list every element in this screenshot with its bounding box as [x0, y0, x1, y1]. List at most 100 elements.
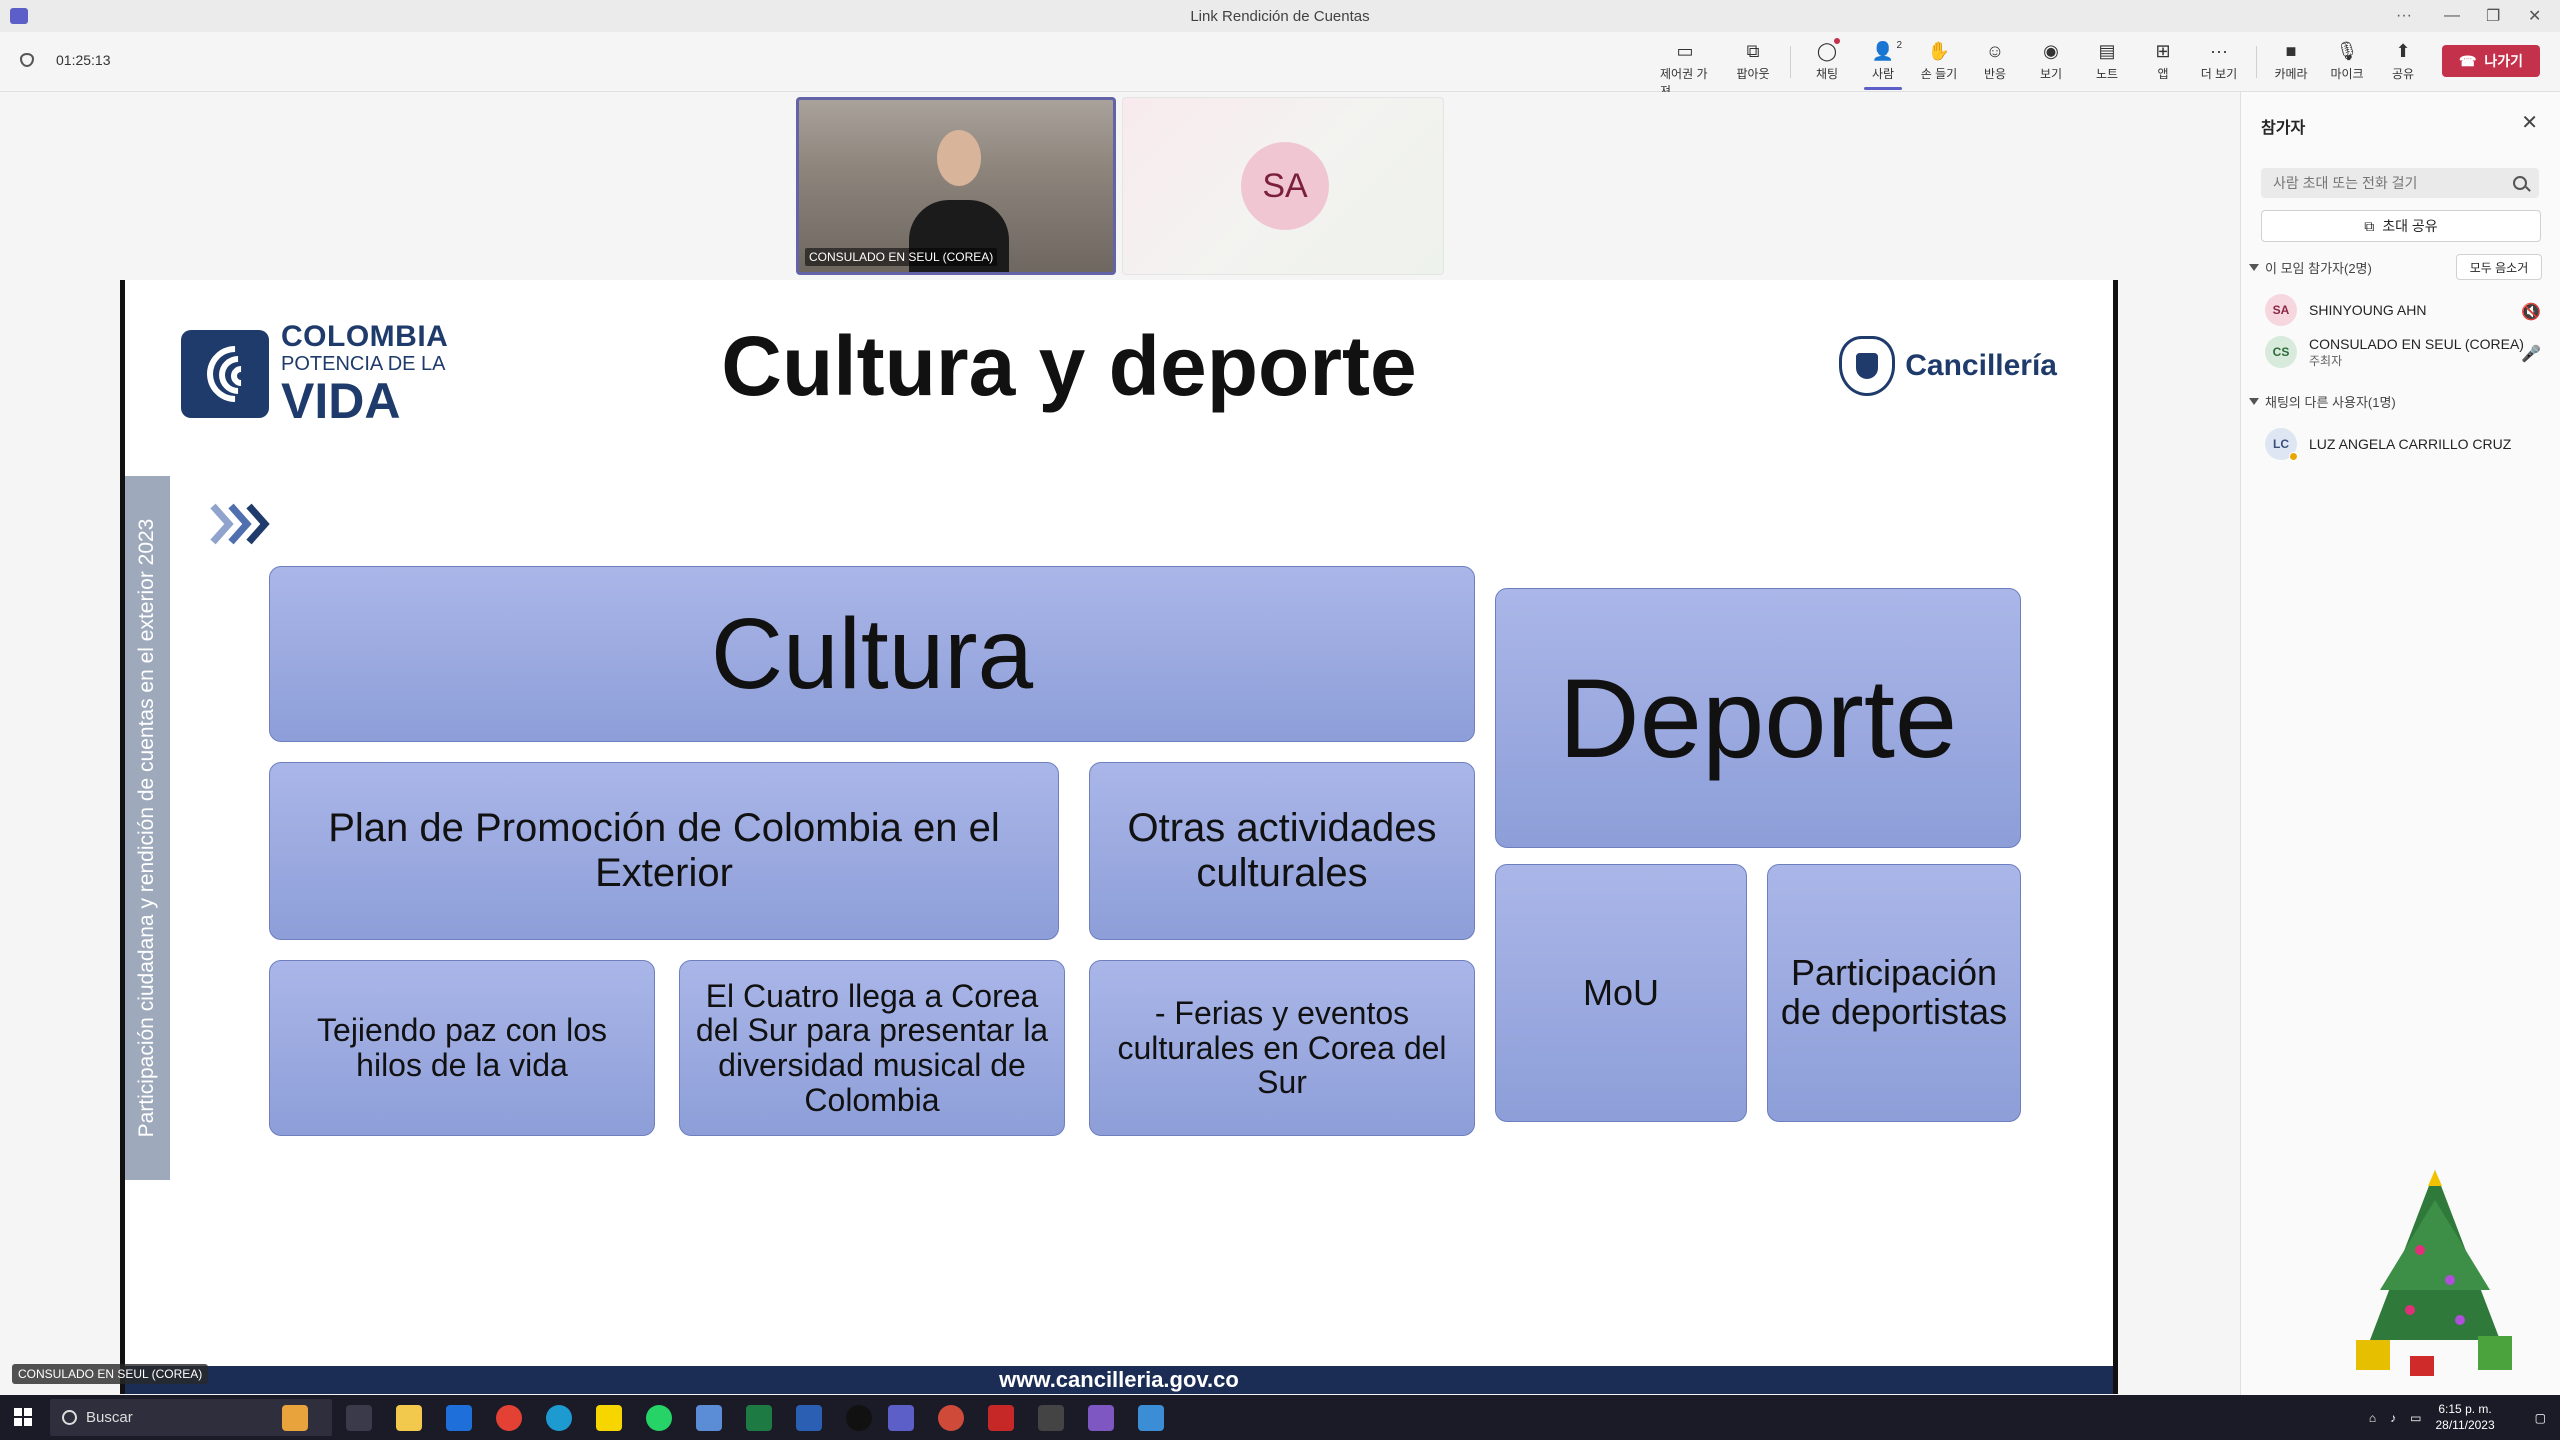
- reactions-icon: ☺: [1985, 40, 2005, 61]
- taskbar-clock[interactable]: 6:15 p. m. 28/11/2023: [2435, 1402, 2494, 1433]
- timer-text: 01:25:13: [56, 52, 111, 68]
- share-invite-icon: ⧉: [2364, 217, 2375, 234]
- video-tile-label: CONSULADO EN SEUL (COREA): [805, 248, 998, 266]
- minimize-icon[interactable]: —: [2444, 0, 2460, 32]
- windows-start-icon[interactable]: [14, 1408, 32, 1426]
- video-tile-sa[interactable]: SA: [1122, 97, 1444, 275]
- chat-button[interactable]: ◯ 채팅: [1802, 38, 1852, 82]
- volume-icon[interactable]: ♪: [2390, 1411, 2396, 1425]
- teams-icon[interactable]: [888, 1405, 914, 1431]
- section-chat-users[interactable]: 채팅의 다른 사용자(1명): [2249, 392, 2396, 411]
- window-title: Link Rendición de Cuentas: [1190, 7, 1370, 25]
- popout-button[interactable]: ⧉ 팝아웃: [1728, 40, 1778, 82]
- battery-icon[interactable]: ▭: [2410, 1411, 2421, 1425]
- box-participacion: Participación de deportistas: [1767, 864, 2021, 1122]
- meeting-toolbar: 01:25:13 ▭ 제어권 가져... ⧉ 팝아웃 ◯ 채팅 👤 2 사람 ✋ …: [0, 32, 2560, 98]
- security-icon[interactable]: [1138, 1405, 1164, 1431]
- box-mou: MoU: [1495, 864, 1747, 1122]
- mic-muted-icon: 🔇: [2521, 304, 2541, 321]
- chevron-down-icon: [2249, 264, 2259, 271]
- leave-button[interactable]: ☎ 나가기: [2442, 45, 2540, 77]
- camera-button[interactable]: ■ 카메라: [2266, 40, 2316, 82]
- slide-title: Cultura y deporte: [721, 319, 1417, 413]
- speaker-tag: CONSULADO EN SEUL (COREA): [12, 1364, 209, 1384]
- chat-user-row[interactable]: LC LUZ ANGELA CARRILLO CRUZ: [2265, 424, 2545, 464]
- take-control-icon: ▭: [1676, 40, 1694, 61]
- reactions-button[interactable]: ☺ 반응: [1970, 40, 2020, 82]
- box-ferias: - Ferias y eventos culturales en Corea d…: [1089, 960, 1475, 1136]
- whatsapp-icon[interactable]: [646, 1405, 672, 1431]
- shared-slide: COLOMBIA POTENCIA DE LA VIDA Cultura y d…: [120, 280, 2118, 1394]
- section-meeting-participants[interactable]: 이 모임 참가자(2명): [2249, 258, 2372, 277]
- windows-taskbar: Buscar ⌂ ♪ ▭ 6:15 p. m. 28/11/2023 ▢: [0, 1395, 2560, 1440]
- excel-icon[interactable]: [746, 1405, 772, 1431]
- view-button[interactable]: ◉ 보기: [2026, 40, 2076, 82]
- chat-icon: ◯: [1816, 38, 1840, 62]
- kakaotalk-icon[interactable]: [596, 1405, 622, 1431]
- close-window-icon[interactable]: ✕: [2528, 0, 2541, 32]
- chrome-icon[interactable]: [496, 1405, 522, 1431]
- file-explorer-icon[interactable]: [396, 1405, 422, 1431]
- chevrons-icon: [210, 503, 270, 545]
- toolbar-divider: [1790, 46, 1791, 78]
- box-otras-actividades: Otras actividades culturales: [1089, 762, 1475, 940]
- app-icon[interactable]: [696, 1405, 722, 1431]
- notepad-icon[interactable]: [1038, 1405, 1064, 1431]
- participant-row[interactable]: CS CONSULADO EN SEUL (COREA) 주최자 🎤: [2265, 332, 2545, 372]
- taskbar-widget-icon[interactable]: [282, 1405, 308, 1431]
- crest-icon: [1839, 336, 1896, 396]
- video-tile-consulado[interactable]: CONSULADO EN SEUL (COREA): [796, 97, 1116, 275]
- window-titlebar: Link Rendición de Cuentas ··· — ❐ ✕: [0, 0, 2560, 32]
- search-icon[interactable]: [2513, 176, 2527, 190]
- unread-dot: [1834, 38, 1840, 44]
- edge-icon[interactable]: [546, 1405, 572, 1431]
- mic-off-icon: 🎙: [2335, 40, 2359, 61]
- task-view-icon[interactable]: [346, 1405, 372, 1431]
- outlook-icon[interactable]: [446, 1405, 472, 1431]
- away-status-dot: [2289, 452, 2298, 461]
- notes-icon: ▤: [2098, 40, 2116, 61]
- teams-app-icon: [10, 8, 28, 24]
- notes-button[interactable]: ▤ 노트: [2082, 40, 2132, 82]
- view-icon: ◉: [2043, 40, 2059, 61]
- avatar: CS: [2265, 336, 2297, 368]
- avatar: SA: [2265, 294, 2297, 326]
- people-button[interactable]: 👤 2 사람: [1858, 40, 1908, 90]
- window-more-icon[interactable]: ···: [2396, 0, 2412, 32]
- apps-button[interactable]: ⊞ 앱: [2138, 40, 2188, 82]
- share-button[interactable]: ⬆ 공유: [2378, 40, 2428, 82]
- avatar: SA: [1241, 142, 1329, 230]
- more-button[interactable]: ··· 더 보기: [2194, 40, 2244, 82]
- close-icon[interactable]: ✕: [2521, 110, 2538, 135]
- invite-input[interactable]: [2261, 168, 2539, 198]
- christmas-tree-decoration: [2356, 1170, 2512, 1376]
- word-icon[interactable]: [796, 1405, 822, 1431]
- share-invite-button[interactable]: ⧉ 초대 공유: [2261, 210, 2541, 242]
- cancilleria-logo: Cancillería: [1839, 336, 2057, 396]
- shield-icon: [20, 53, 34, 67]
- app-icon[interactable]: [1088, 1405, 1114, 1431]
- participant-row[interactable]: SA SHINYOUNG AHN 🔇: [2265, 290, 2545, 330]
- box-deporte: Deporte: [1495, 588, 2021, 848]
- side-caption: Participación ciudadana y rendición de c…: [135, 518, 158, 1138]
- media-icon[interactable]: [846, 1405, 872, 1431]
- network-icon[interactable]: ⌂: [2369, 1411, 2376, 1425]
- slide-footer-url: www.cancilleria.gov.co: [125, 1366, 2113, 1394]
- chrome-profile-icon[interactable]: [938, 1405, 964, 1431]
- mic-icon: 🎤: [2521, 346, 2541, 363]
- more-icon: ···: [2210, 40, 2228, 61]
- box-tejiendo-paz: Tejiendo paz con los hilos de la vida: [269, 960, 655, 1136]
- raise-hand-button[interactable]: ✋ 손 들기: [1914, 40, 1964, 82]
- popout-icon: ⧉: [1746, 40, 1760, 61]
- avatar: LC: [2265, 428, 2298, 461]
- camera-off-icon: ■: [2285, 40, 2297, 61]
- mic-button[interactable]: 🎙 마이크: [2322, 40, 2372, 82]
- mute-all-button[interactable]: 모두 음소거: [2456, 254, 2542, 280]
- people-icon: 👤 2: [1871, 40, 1902, 61]
- apps-icon: ⊞: [2155, 40, 2171, 61]
- restore-icon[interactable]: ❐: [2486, 0, 2500, 32]
- panel-title: 참가자: [2261, 120, 2306, 137]
- app-icon[interactable]: [988, 1405, 1014, 1431]
- take-control-button[interactable]: ▭ 제어권 가져...: [1660, 40, 1710, 99]
- notification-icon[interactable]: ▢: [2535, 1411, 2546, 1425]
